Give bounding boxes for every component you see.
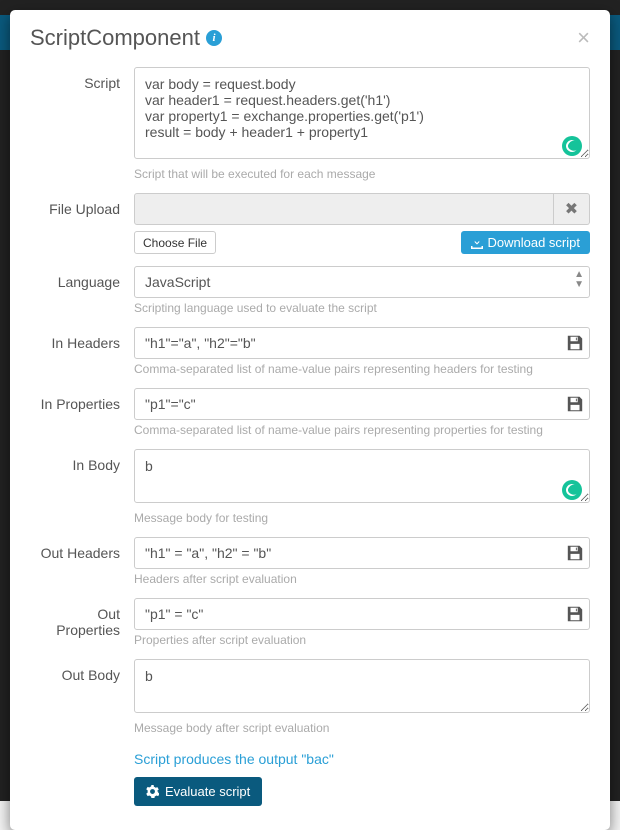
outbody-help: Message body after script evaluation xyxy=(134,721,590,735)
outheaders-help: Headers after script evaluation xyxy=(134,572,590,586)
file-clear-button[interactable]: ✖ xyxy=(554,193,590,225)
save-icon[interactable] xyxy=(566,605,584,623)
save-icon[interactable] xyxy=(566,544,584,562)
outproperties-label: Out Properties xyxy=(30,598,134,655)
script-component-modal: ScriptComponent i × Script Script that w… xyxy=(10,10,610,830)
fileupload-label: File Upload xyxy=(30,193,134,262)
out-properties-input[interactable] xyxy=(134,598,590,630)
grammarly-icon xyxy=(562,480,582,500)
out-headers-input[interactable] xyxy=(134,537,590,569)
outheaders-label: Out Headers xyxy=(30,537,134,594)
in-body-textarea[interactable] xyxy=(134,449,590,503)
in-properties-input[interactable] xyxy=(134,388,590,420)
close-button[interactable]: × xyxy=(577,25,590,51)
inbody-help: Message body for testing xyxy=(134,511,590,525)
script-label: Script xyxy=(30,67,134,189)
modal-title-text: ScriptComponent xyxy=(30,25,200,51)
download-script-label: Download script xyxy=(488,235,581,250)
outbody-label: Out Body xyxy=(30,659,134,743)
language-label: Language xyxy=(30,266,134,323)
inheaders-label: In Headers xyxy=(30,327,134,384)
info-icon[interactable]: i xyxy=(206,30,222,46)
inproperties-label: In Properties xyxy=(30,388,134,445)
language-help: Scripting language used to evaluate the … xyxy=(134,301,590,315)
script-textarea[interactable] xyxy=(134,67,590,159)
outproperties-help: Properties after script evaluation xyxy=(134,633,590,647)
inbody-label: In Body xyxy=(30,449,134,533)
choose-file-button[interactable]: Choose File xyxy=(134,231,216,254)
in-headers-input[interactable] xyxy=(134,327,590,359)
language-select[interactable]: JavaScript xyxy=(134,266,590,298)
inproperties-help: Comma-separated list of name-value pairs… xyxy=(134,423,590,437)
save-icon[interactable] xyxy=(566,334,584,352)
save-icon[interactable] xyxy=(566,395,584,413)
modal-title: ScriptComponent i xyxy=(30,25,222,51)
inheaders-help: Comma-separated list of name-value pairs… xyxy=(134,362,590,376)
file-upload-display xyxy=(134,193,554,225)
gear-icon xyxy=(146,785,159,798)
out-body-textarea[interactable] xyxy=(134,659,590,713)
grammarly-icon xyxy=(562,136,582,156)
script-output-link[interactable]: Script produces the output "bac" xyxy=(134,751,334,767)
evaluate-script-label: Evaluate script xyxy=(165,784,250,799)
download-icon xyxy=(471,237,483,249)
script-help: Script that will be executed for each me… xyxy=(134,167,590,181)
download-script-button[interactable]: Download script xyxy=(461,231,591,254)
evaluate-script-button[interactable]: Evaluate script xyxy=(134,777,262,806)
